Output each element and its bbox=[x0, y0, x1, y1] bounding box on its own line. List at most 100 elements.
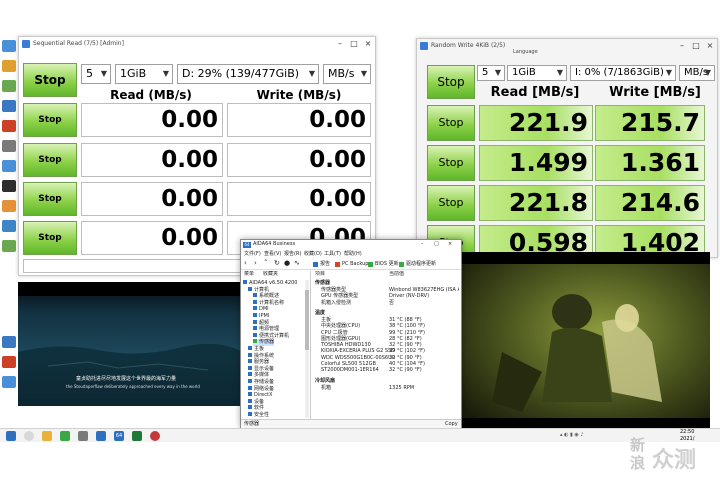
stop-button[interactable]: Stop bbox=[427, 185, 475, 221]
desktop-shortcut-icon[interactable] bbox=[2, 356, 16, 368]
maximize-icon[interactable]: □ bbox=[689, 39, 703, 53]
minimize-icon[interactable]: – bbox=[333, 37, 347, 51]
app-taskbar-icon[interactable] bbox=[60, 431, 70, 441]
taskbar: 64 ▴ ◐ ▮ ◉ ♪ 22:50 2021/ bbox=[0, 428, 720, 442]
stop-button[interactable]: Stop bbox=[23, 103, 77, 137]
user-icon[interactable]: ● bbox=[284, 260, 290, 267]
section-header[interactable]: 传感器 bbox=[315, 280, 330, 287]
tree-item-label: 设备 bbox=[254, 398, 265, 405]
desktop-shortcut-icon[interactable] bbox=[2, 120, 16, 132]
tree-scrollbar-thumb[interactable] bbox=[305, 290, 309, 350]
watermark-char-2: 浪 bbox=[630, 454, 646, 472]
test-count-select[interactable]: 5 ▼ bbox=[477, 65, 505, 81]
desktop-shortcut-icon[interactable] bbox=[2, 140, 16, 152]
menu-view[interactable]: 查看(V) bbox=[264, 251, 281, 258]
report-icon bbox=[313, 262, 318, 267]
menu-help[interactable]: 帮助(H) bbox=[344, 251, 362, 258]
minimize-icon[interactable]: – bbox=[421, 241, 424, 248]
report-button[interactable]: 报告 bbox=[320, 261, 330, 268]
desktop-shortcut-icon[interactable] bbox=[2, 80, 16, 92]
backup-icon bbox=[335, 262, 340, 267]
tree-item-icon bbox=[248, 346, 252, 350]
chart-icon[interactable]: ∿ bbox=[294, 260, 300, 267]
maximize-icon[interactable]: □ bbox=[434, 241, 439, 248]
desktop-shortcut-icon[interactable] bbox=[2, 220, 16, 232]
desktop-shortcut-icon[interactable] bbox=[2, 60, 16, 72]
test-size-select[interactable]: 1GiB ▼ bbox=[115, 64, 173, 84]
desktop-shortcut-icon[interactable] bbox=[2, 200, 16, 212]
section-header[interactable]: 冷却风扇 bbox=[315, 378, 335, 385]
stop-all-button[interactable]: Stop bbox=[23, 63, 77, 97]
desktop-shortcut-icon[interactable] bbox=[2, 100, 16, 112]
maximize-icon[interactable]: □ bbox=[347, 37, 361, 51]
stop-button[interactable]: Stop bbox=[23, 182, 77, 216]
menu-file[interactable]: 文件(F) bbox=[244, 251, 261, 258]
app-taskbar-icon[interactable] bbox=[150, 431, 160, 441]
section-header[interactable]: 温度 bbox=[315, 310, 325, 317]
minimize-icon[interactable]: – bbox=[675, 39, 689, 53]
menu-language[interactable]: Language bbox=[513, 49, 538, 56]
file-explorer-icon[interactable] bbox=[42, 431, 52, 441]
tree-item-label: 网络设备 bbox=[254, 385, 275, 392]
tree-scrollbar[interactable] bbox=[305, 280, 309, 418]
tab-favorites[interactable]: 收藏夹 bbox=[263, 271, 278, 278]
stop-button[interactable]: Stop bbox=[23, 221, 77, 255]
drive-select[interactable]: I: 0% (7/1863GiB) ▼ bbox=[570, 65, 676, 81]
close-icon[interactable]: × bbox=[703, 39, 717, 53]
tree-item-icon bbox=[248, 359, 252, 364]
video-player-right[interactable] bbox=[462, 252, 710, 428]
stop-button[interactable]: Stop bbox=[427, 105, 475, 141]
pc-backup-button[interactable]: PC Backup bbox=[342, 261, 368, 268]
up-icon[interactable]: ˄ bbox=[264, 260, 268, 267]
start-icon[interactable] bbox=[6, 431, 16, 441]
status-bar: 传感器 Copy bbox=[241, 419, 461, 428]
window-titlebar: Sequential Read (7/5) [Admin] – □ × bbox=[19, 37, 375, 51]
stop-all-button[interactable]: Stop bbox=[427, 65, 475, 99]
system-tray-icons[interactable]: ▴ ◐ ▮ ◉ ♪ bbox=[560, 432, 584, 439]
refresh-icon[interactable]: ↻ bbox=[274, 260, 280, 267]
search-icon[interactable] bbox=[24, 431, 34, 441]
tree-item-label: 显示设备 bbox=[254, 365, 275, 372]
write-result: 214.6 bbox=[595, 185, 705, 221]
desktop-shortcut-icon[interactable] bbox=[2, 336, 16, 348]
tree-item-icon bbox=[243, 280, 247, 284]
back-icon[interactable]: ‹ bbox=[244, 260, 247, 267]
video-player-left[interactable]: 童贞助托进尽尽地发展这个世界最的海军力量 the Stoudaperflaw d… bbox=[18, 282, 242, 406]
tree-item-label: 超频 bbox=[259, 319, 270, 326]
menu-favorites[interactable]: 收藏(O) bbox=[304, 251, 322, 258]
column-header-value[interactable]: 当前值 bbox=[389, 271, 404, 278]
tree-item-icon bbox=[248, 405, 252, 410]
test-count-select[interactable]: 5 ▼ bbox=[81, 64, 111, 84]
tree-item-label: DirectX bbox=[254, 392, 273, 399]
stop-button[interactable]: Stop bbox=[427, 145, 475, 181]
stop-button[interactable]: Stop bbox=[23, 143, 77, 177]
desktop-shortcut-icon[interactable] bbox=[2, 40, 16, 52]
desktop-shortcut-icon[interactable] bbox=[2, 180, 16, 192]
column-header-item[interactable]: 项目 bbox=[315, 271, 325, 278]
bios-update-button[interactable]: BIOS 更新 bbox=[375, 261, 399, 268]
crystaldiskmark-window-random: Random Write 4KiB (2/5) – □ × Language S… bbox=[416, 38, 718, 261]
unit-select[interactable]: MB/s ▼ bbox=[679, 65, 715, 81]
desktop-shortcut-icon[interactable] bbox=[2, 376, 16, 388]
forward-icon[interactable]: › bbox=[254, 260, 257, 267]
menu-tools[interactable]: 工具(T) bbox=[324, 251, 341, 258]
tree-item-label: 计算机 bbox=[254, 286, 270, 293]
app-taskbar-icon[interactable] bbox=[96, 431, 106, 441]
close-icon[interactable]: × bbox=[361, 37, 375, 51]
read-column-header: Read (MB/s) bbox=[110, 88, 192, 102]
aida64-taskbar-icon[interactable]: 64 bbox=[114, 431, 124, 441]
unit-select[interactable]: MB/s ▼ bbox=[323, 64, 371, 84]
desktop-shortcut-icon[interactable] bbox=[2, 240, 16, 252]
tree-item[interactable]: 安全性 bbox=[248, 412, 269, 419]
close-icon[interactable]: × bbox=[448, 241, 452, 248]
drive-select[interactable]: D: 29% (139/477GiB) ▼ bbox=[177, 64, 319, 84]
desktop-shortcut-icon[interactable] bbox=[2, 160, 16, 172]
menu-report[interactable]: 报告(R) bbox=[284, 251, 301, 258]
driver-update-button[interactable]: 驱动程序更新 bbox=[406, 261, 436, 268]
tree-item-icon bbox=[248, 379, 252, 383]
tab-menu[interactable]: 菜单 bbox=[244, 271, 254, 278]
write-result: 0.00 bbox=[227, 182, 371, 216]
app-taskbar-icon[interactable] bbox=[132, 431, 142, 441]
test-size-select[interactable]: 1GiB ▼ bbox=[507, 65, 567, 81]
app-taskbar-icon[interactable] bbox=[78, 431, 88, 441]
